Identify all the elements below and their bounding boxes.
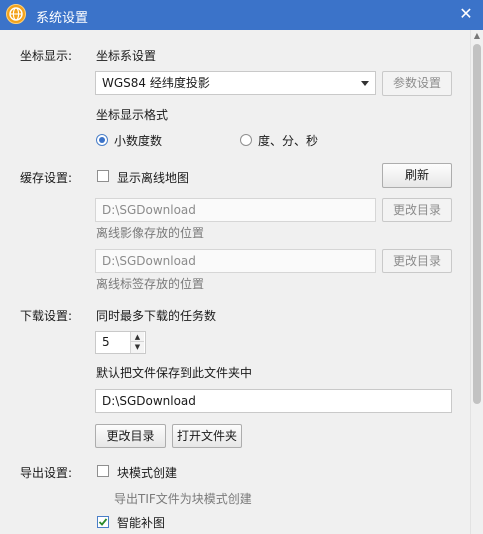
window-title: 系统设置: [36, 11, 89, 26]
show-offline-label[interactable]: 显示离线地图: [117, 169, 189, 186]
scroll-up-icon[interactable]: ▲: [471, 30, 483, 42]
block-mode-hint: 导出TIF文件为块模式创建: [114, 492, 252, 506]
max-tasks-stepper[interactable]: 5 ▲ ▼: [95, 331, 146, 354]
format-dms-radio[interactable]: [240, 134, 252, 146]
offline-image-path-field[interactable]: D:\SGDownload: [95, 198, 376, 222]
offline-image-hint: 离线影像存放的位置: [96, 226, 205, 240]
format-decimal-radio[interactable]: [96, 134, 108, 146]
scroll-thumb[interactable]: [473, 44, 481, 404]
smart-fill-label[interactable]: 智能补图: [117, 514, 165, 531]
coords-section-label: 坐标显示:: [20, 49, 73, 63]
vertical-scrollbar[interactable]: ▲: [470, 30, 483, 534]
max-tasks-label: 同时最多下载的任务数: [96, 309, 217, 323]
checkmark-icon: [98, 518, 108, 526]
label-change-dir-button[interactable]: 更改目录: [382, 249, 452, 273]
save-folder-label: 默认把文件保存到此文件夹中: [96, 366, 253, 380]
export-section-label: 导出设置:: [20, 466, 73, 480]
download-section-label: 下载设置:: [20, 309, 73, 323]
show-offline-checkbox[interactable]: [97, 170, 109, 182]
smart-fill-checkbox[interactable]: [97, 516, 109, 528]
params-button[interactable]: 参数设置: [382, 71, 452, 96]
refresh-button[interactable]: 刷新: [382, 163, 452, 188]
coord-system-value: WGS84 经纬度投影: [102, 76, 210, 90]
coord-format-label: 坐标显示格式: [96, 108, 169, 122]
open-folder-button[interactable]: 打开文件夹: [172, 424, 242, 448]
max-tasks-value: 5: [102, 335, 110, 349]
spin-down-icon[interactable]: ▼: [130, 341, 144, 353]
format-decimal-label[interactable]: 小数度数: [114, 132, 162, 149]
offline-label-hint: 离线标签存放的位置: [96, 277, 205, 291]
change-dir-button[interactable]: 更改目录: [95, 424, 166, 448]
block-mode-checkbox[interactable]: [97, 465, 109, 477]
block-mode-label[interactable]: 块模式创建: [117, 464, 177, 481]
title-bar: 系统设置 ✕: [0, 0, 483, 30]
offline-label-path-field[interactable]: D:\SGDownload: [95, 249, 376, 273]
chevron-down-icon: [361, 81, 369, 86]
globe-logo-icon: [6, 4, 26, 24]
coord-system-select[interactable]: WGS84 经纬度投影: [95, 71, 376, 95]
format-dms-label[interactable]: 度、分、秒: [258, 132, 318, 149]
close-icon[interactable]: ✕: [456, 3, 476, 25]
image-change-dir-button[interactable]: 更改目录: [382, 198, 452, 222]
cache-section-label: 缓存设置:: [20, 171, 73, 185]
coord-system-label: 坐标系设置: [96, 49, 157, 63]
settings-content: 坐标显示: 坐标系设置 WGS84 经纬度投影 参数设置 坐标显示格式 小数度数…: [0, 30, 470, 534]
save-folder-path-field[interactable]: D:\SGDownload: [95, 389, 452, 413]
